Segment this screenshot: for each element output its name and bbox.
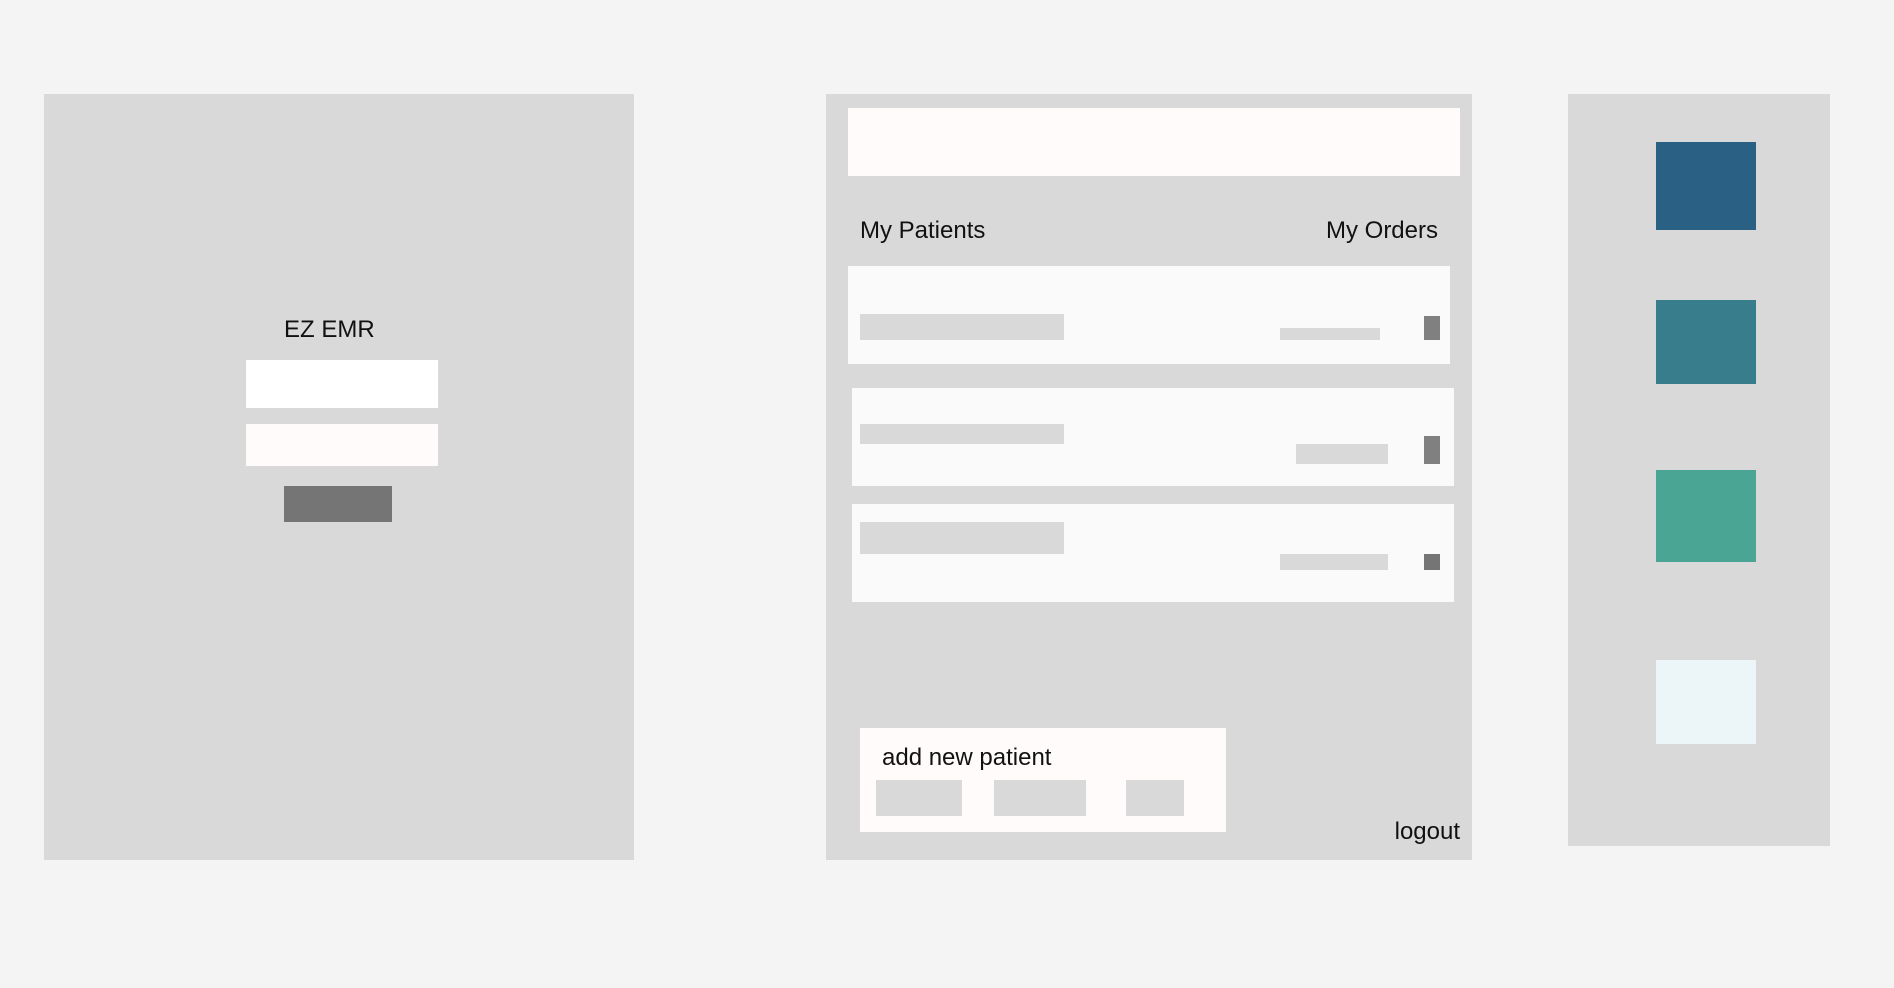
status-indicator bbox=[1424, 554, 1440, 570]
tab-my-orders[interactable]: My Orders bbox=[1326, 217, 1438, 245]
add-patient-field[interactable] bbox=[994, 780, 1086, 816]
status-indicator bbox=[1424, 436, 1440, 464]
order-placeholder bbox=[1280, 328, 1380, 340]
username-input[interactable] bbox=[246, 360, 438, 408]
logout-link[interactable]: logout bbox=[1395, 818, 1460, 846]
password-input[interactable] bbox=[246, 424, 438, 466]
login-button[interactable] bbox=[284, 486, 392, 522]
color-swatch bbox=[1656, 300, 1756, 384]
add-patient-field[interactable] bbox=[876, 780, 962, 816]
add-patient-submit-button[interactable] bbox=[1126, 780, 1184, 816]
color-swatch bbox=[1656, 660, 1756, 744]
order-placeholder bbox=[1280, 554, 1388, 570]
tab-my-patients[interactable]: My Patients bbox=[860, 217, 985, 245]
color-swatch bbox=[1656, 142, 1756, 230]
add-patient-title: add new patient bbox=[882, 744, 1052, 771]
color-swatch bbox=[1656, 470, 1756, 562]
patient-name-placeholder bbox=[860, 522, 1064, 554]
status-indicator bbox=[1424, 316, 1440, 340]
dashboard-header-bar bbox=[848, 108, 1460, 176]
app-title: EZ EMR bbox=[284, 316, 375, 343]
patient-name-placeholder bbox=[860, 314, 1064, 340]
patient-name-placeholder bbox=[860, 424, 1064, 444]
login-panel bbox=[44, 94, 634, 860]
order-placeholder bbox=[1296, 444, 1388, 464]
